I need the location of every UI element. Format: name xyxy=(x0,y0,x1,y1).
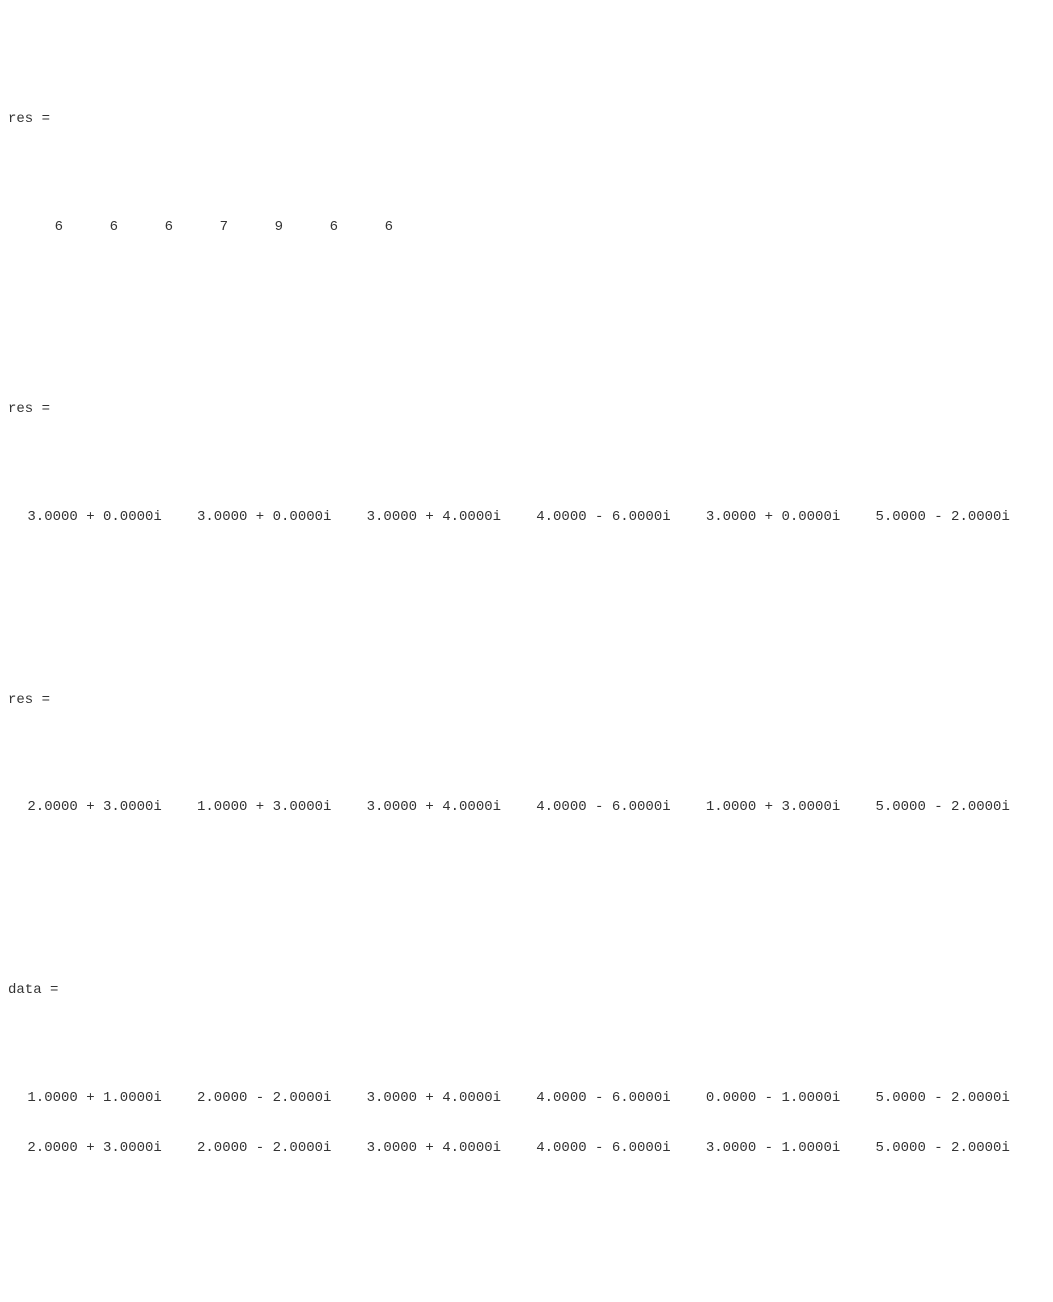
output-block: data = 1.0000 + 1.0000i 2.0000 - 2.0000i… xyxy=(8,948,1045,1174)
matrix-cell: 4.0000 - 6.0000i xyxy=(536,1140,706,1157)
matrix-row: 2.0000 + 3.0000i 1.0000 + 3.0000i 3.0000… xyxy=(8,799,1045,816)
output-block: res = 6 6 6 7 9 6 6 xyxy=(8,77,1045,252)
matrix-row: 1.0000 + 1.0000i 2.0000 - 2.0000i 3.0000… xyxy=(8,1090,1045,1107)
variable-label: res = xyxy=(8,401,1045,418)
matrix-cell: 5.0000 - 2.0000i xyxy=(875,1090,1045,1107)
matrix-cell: 4.0000 - 6.0000i xyxy=(536,509,706,526)
matrix-cell: 3.0000 + 4.0000i xyxy=(367,1140,537,1157)
matrix-cell: 3.0000 + 0.0000i xyxy=(197,509,367,526)
variable-label: res = xyxy=(8,692,1045,709)
matrix-row: 6 6 6 7 9 6 6 xyxy=(8,219,1045,236)
matrix-cell: 2.0000 + 3.0000i xyxy=(27,799,197,816)
matrix-cell: 6 xyxy=(338,219,393,236)
matrix-cell: 5.0000 - 2.0000i xyxy=(875,509,1045,526)
matrix-cell: 6 xyxy=(8,219,63,236)
output-block: res = 2.0000 + 3.0000i 1.0000 + 3.0000i … xyxy=(8,658,1045,833)
matrix-cell: 3.0000 + 4.0000i xyxy=(367,1090,537,1107)
matrix-cell: 9 xyxy=(228,219,283,236)
variable-label: res = xyxy=(8,111,1045,128)
matrix-row: 3.0000 + 0.0000i 3.0000 + 0.0000i 3.0000… xyxy=(8,509,1045,526)
matrix-cell: 6 xyxy=(118,219,173,236)
matrix-cell: 0.0000 - 1.0000i xyxy=(706,1090,876,1107)
matrix-cell: 3.0000 + 0.0000i xyxy=(706,509,876,526)
matrix-cell: 6 xyxy=(283,219,338,236)
variable-label: data = xyxy=(8,982,1045,999)
matrix-cell: 2.0000 - 2.0000i xyxy=(197,1090,367,1107)
matrix-cell: 5.0000 - 2.0000i xyxy=(875,799,1045,816)
matrix-cell: 4.0000 - 6.0000i xyxy=(536,799,706,816)
matrix-cell: 7 xyxy=(173,219,228,236)
matrix-cell: 2.0000 - 2.0000i xyxy=(197,1140,367,1157)
matrix-cell: 3.0000 + 4.0000i xyxy=(367,509,537,526)
matrix-cell: 1.0000 + 1.0000i xyxy=(27,1090,197,1107)
matrix-cell: 6 xyxy=(63,219,118,236)
matrix-cell: 1.0000 + 3.0000i xyxy=(706,799,876,816)
matrix-cell: 1.0000 + 3.0000i xyxy=(197,799,367,816)
output-block: data = 0.0000 + 0.0000i 2.0000 - 2.0000i… xyxy=(8,1289,1045,1302)
matrix-row: 2.0000 + 3.0000i 2.0000 - 2.0000i 3.0000… xyxy=(8,1140,1045,1157)
matrix-cell: 3.0000 + 0.0000i xyxy=(27,509,197,526)
matrix-cell: 2.0000 + 3.0000i xyxy=(27,1140,197,1157)
matrix-cell: 3.0000 + 4.0000i xyxy=(367,799,537,816)
matrix-cell: 4.0000 - 6.0000i xyxy=(536,1090,706,1107)
matrix-cell: 3.0000 - 1.0000i xyxy=(706,1140,876,1157)
output-block: res = 3.0000 + 0.0000i 3.0000 + 0.0000i … xyxy=(8,368,1045,543)
matrix-cell: 5.0000 - 2.0000i xyxy=(875,1140,1045,1157)
